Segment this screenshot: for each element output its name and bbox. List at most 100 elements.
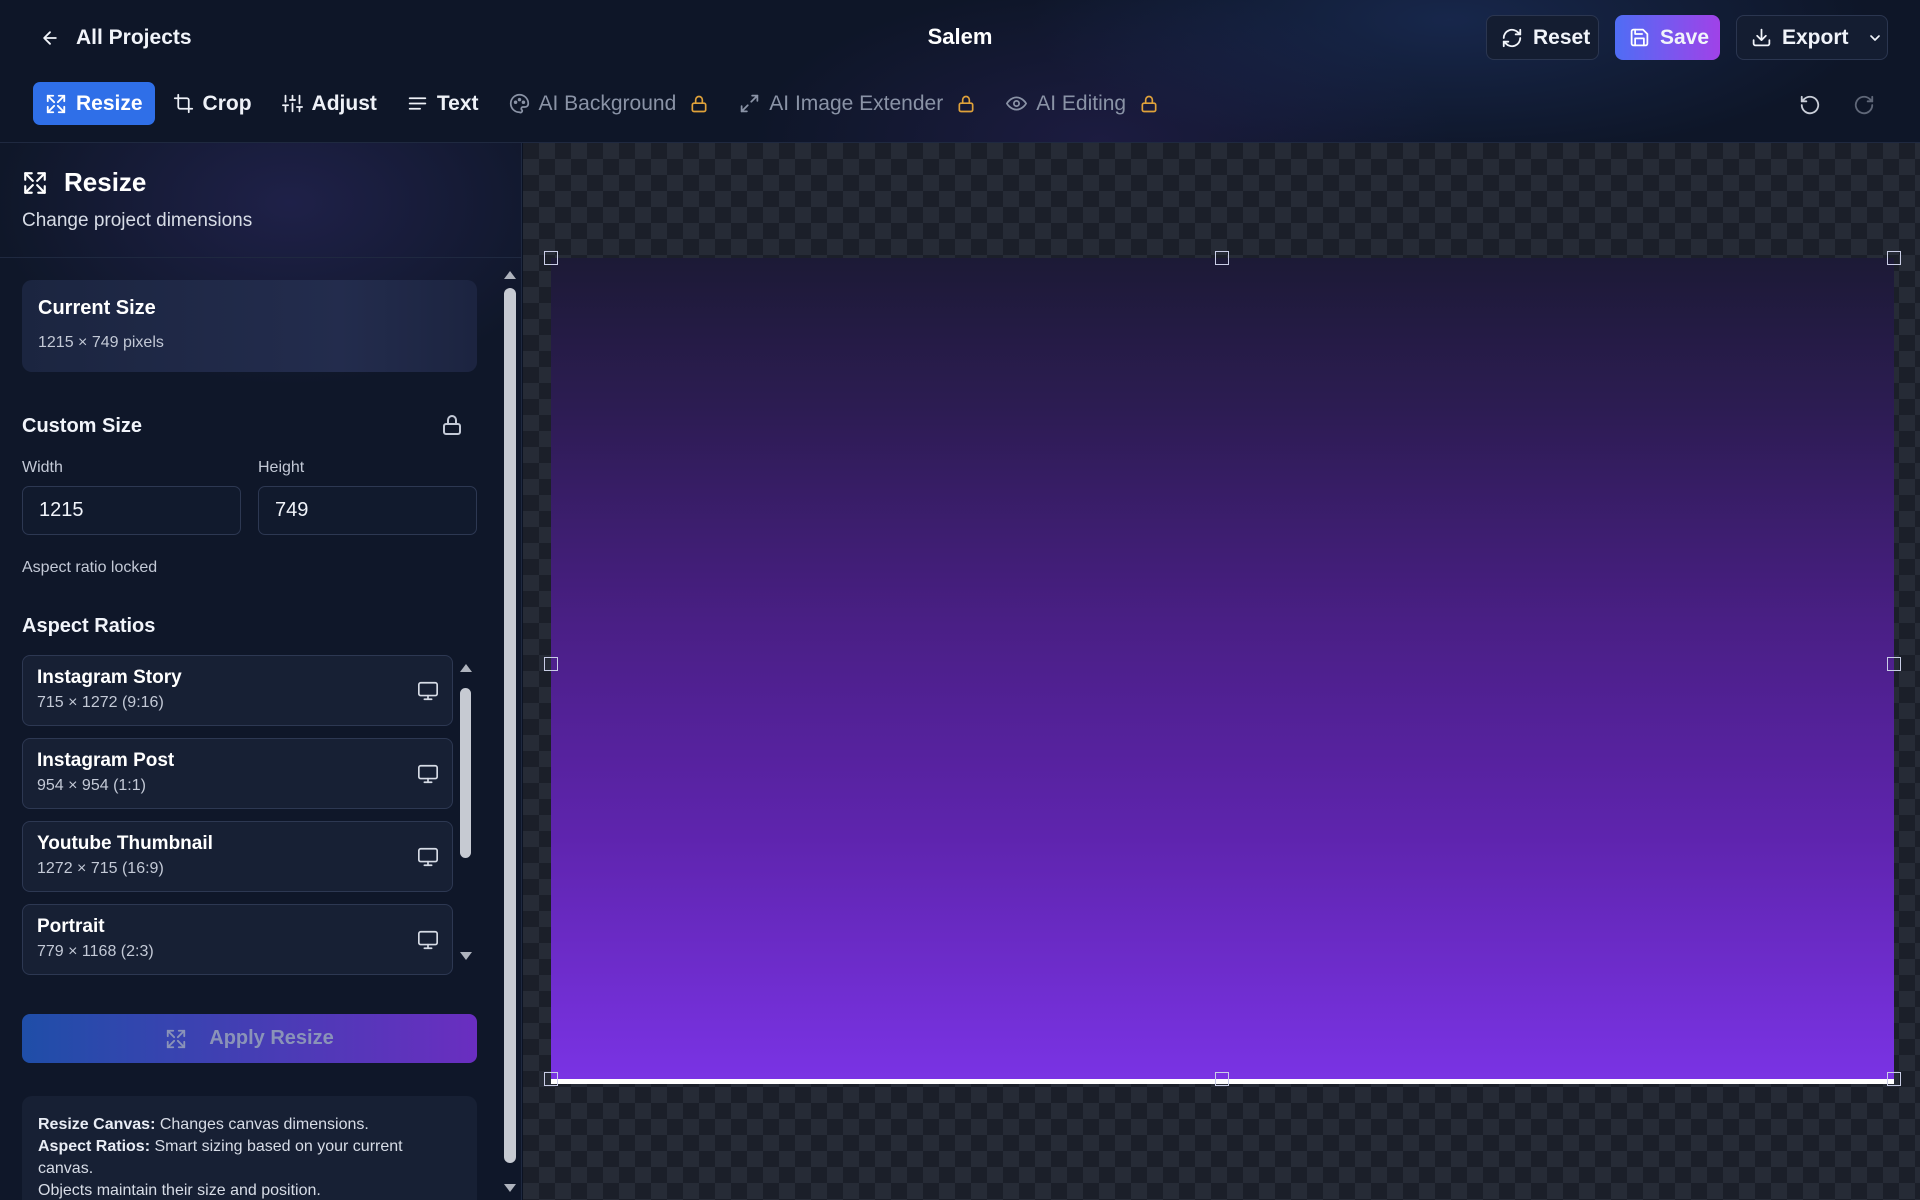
refresh-icon (1501, 27, 1523, 49)
tool-adjust[interactable]: Adjust (270, 82, 389, 125)
back-to-projects-button[interactable]: All Projects (40, 22, 192, 54)
info-aspect-ratios-title: Aspect Ratios: (38, 1138, 151, 1155)
preset-name: Youtube Thumbnail (37, 833, 213, 854)
back-label: All Projects (76, 26, 192, 49)
monitor-icon (417, 680, 439, 702)
resize-handle-bottom[interactable] (1215, 1072, 1229, 1086)
panel-scrollbar[interactable] (499, 262, 521, 1200)
expand-icon (22, 170, 48, 196)
download-icon (1751, 27, 1772, 48)
height-input[interactable] (258, 486, 477, 535)
text-align-icon (407, 93, 428, 114)
panel-subtitle: Change project dimensions (22, 210, 253, 231)
preset-dimensions: 779 × 1168 (2:3) (37, 943, 154, 960)
save-button[interactable]: Save (1615, 15, 1720, 60)
tool-resize-label: Resize (76, 91, 143, 115)
current-size-card: Current Size 1215 × 749 pixels (22, 280, 477, 372)
current-size-value: 1215 × 749 pixels (38, 334, 164, 351)
preset-youtube-thumbnail[interactable]: Youtube Thumbnail 1272 × 715 (16:9) (22, 821, 453, 892)
reset-button[interactable]: Reset (1486, 15, 1599, 60)
tool-text[interactable]: Text (395, 82, 491, 125)
reset-label: Reset (1533, 25, 1591, 49)
palette-icon (509, 93, 530, 114)
export-button[interactable]: Export (1736, 15, 1888, 60)
info-resize-canvas-text: Changes canvas dimensions. (155, 1116, 369, 1133)
resize-handle-left[interactable] (544, 657, 558, 671)
expand-icon (45, 93, 67, 115)
tool-crop-label: Crop (202, 91, 252, 115)
monitor-icon (417, 929, 439, 951)
help-info-card: Resize Canvas: Changes canvas dimensions… (22, 1096, 477, 1200)
aspect-lock-toggle[interactable] (440, 413, 464, 437)
scroll-down-arrow-icon[interactable] (504, 1184, 516, 1192)
info-objects-text: Objects maintain their size and position… (38, 1182, 321, 1199)
info-resize-canvas-title: Resize Canvas: (38, 1116, 156, 1133)
monitor-icon (417, 846, 439, 868)
resize-handle-top-right[interactable] (1887, 251, 1901, 265)
lock-icon (1139, 94, 1159, 114)
preset-instagram-post[interactable]: Instagram Post 954 × 954 (1:1) (22, 738, 453, 809)
redo-icon (1853, 94, 1875, 116)
presets-scrollbar[interactable] (455, 655, 477, 969)
resize-handle-top-left[interactable] (544, 251, 558, 265)
width-label: Width (22, 459, 63, 476)
tool-crop[interactable]: Crop (161, 82, 264, 125)
resize-panel: Resize Change project dimensions Current… (0, 143, 522, 1200)
tool-ai-editing[interactable]: AI Editing (994, 82, 1171, 125)
export-label: Export (1782, 25, 1849, 49)
preset-name: Portrait (37, 916, 105, 937)
preset-dimensions: 1272 × 715 (16:9) (37, 860, 164, 877)
lock-icon (689, 94, 709, 114)
tool-toolbar: Resize Crop Adjust Text AI Background AI… (33, 82, 1171, 125)
eye-icon (1006, 93, 1028, 114)
apply-resize-button[interactable]: Apply Resize (22, 1014, 477, 1063)
redo-button[interactable] (1849, 90, 1879, 120)
artboard[interactable] (544, 251, 1901, 1086)
panel-scroll-thumb[interactable] (504, 288, 516, 1163)
canvas-workspace[interactable] (523, 143, 1920, 1200)
tool-ai-background[interactable]: AI Background (497, 82, 722, 125)
crop-icon (173, 93, 194, 114)
custom-size-title: Custom Size (22, 415, 143, 437)
resize-handle-bottom-left[interactable] (544, 1072, 558, 1086)
current-size-title: Current Size (38, 297, 156, 319)
preset-portrait[interactable]: Portrait 779 × 1168 (2:3) (22, 904, 453, 975)
tool-text-label: Text (436, 91, 479, 115)
width-input[interactable] (22, 486, 241, 535)
lock-icon (956, 94, 976, 114)
top-bar: All Projects Salem Reset Save Export Res… (0, 0, 1920, 143)
tool-adjust-label: Adjust (311, 91, 377, 115)
resize-handle-top[interactable] (1215, 251, 1229, 265)
save-label: Save (1660, 25, 1710, 49)
scroll-up-arrow-icon[interactable] (460, 664, 472, 672)
apply-resize-label: Apply Resize (209, 1027, 334, 1049)
tool-ai-image-extender-label: AI Image Extender (769, 91, 944, 115)
undo-button[interactable] (1795, 90, 1825, 120)
tool-ai-image-extender[interactable]: AI Image Extender (727, 82, 988, 125)
preset-instagram-story[interactable]: Instagram Story 715 × 1272 (9:16) (22, 655, 453, 726)
lock-icon (440, 413, 464, 437)
preset-dimensions: 954 × 954 (1:1) (37, 777, 146, 794)
panel-title: Resize (64, 167, 147, 197)
aspect-ratios-title: Aspect Ratios (22, 615, 156, 637)
tool-resize[interactable]: Resize (33, 82, 155, 125)
panel-header: Resize Change project dimensions (22, 167, 252, 232)
scroll-up-arrow-icon[interactable] (504, 271, 516, 279)
preset-name: Instagram Story (37, 667, 182, 688)
monitor-icon (417, 763, 439, 785)
scroll-down-arrow-icon[interactable] (460, 952, 472, 960)
resize-handle-bottom-right[interactable] (1887, 1072, 1901, 1086)
resize-handle-right[interactable] (1887, 657, 1901, 671)
preset-dimensions: 715 × 1272 (9:16) (37, 694, 164, 711)
aspect-lock-hint: Aspect ratio locked (22, 559, 158, 576)
height-label: Height (258, 459, 305, 476)
preset-name: Instagram Post (37, 750, 175, 771)
panel-divider (0, 257, 521, 258)
arrow-left-icon (40, 28, 60, 48)
presets-scroll-thumb[interactable] (460, 688, 471, 858)
undo-icon (1799, 94, 1821, 116)
floppy-disk-icon (1629, 27, 1650, 48)
chevron-down-icon (1867, 30, 1883, 46)
sliders-icon (281, 93, 303, 114)
expand-icon (165, 1028, 187, 1050)
